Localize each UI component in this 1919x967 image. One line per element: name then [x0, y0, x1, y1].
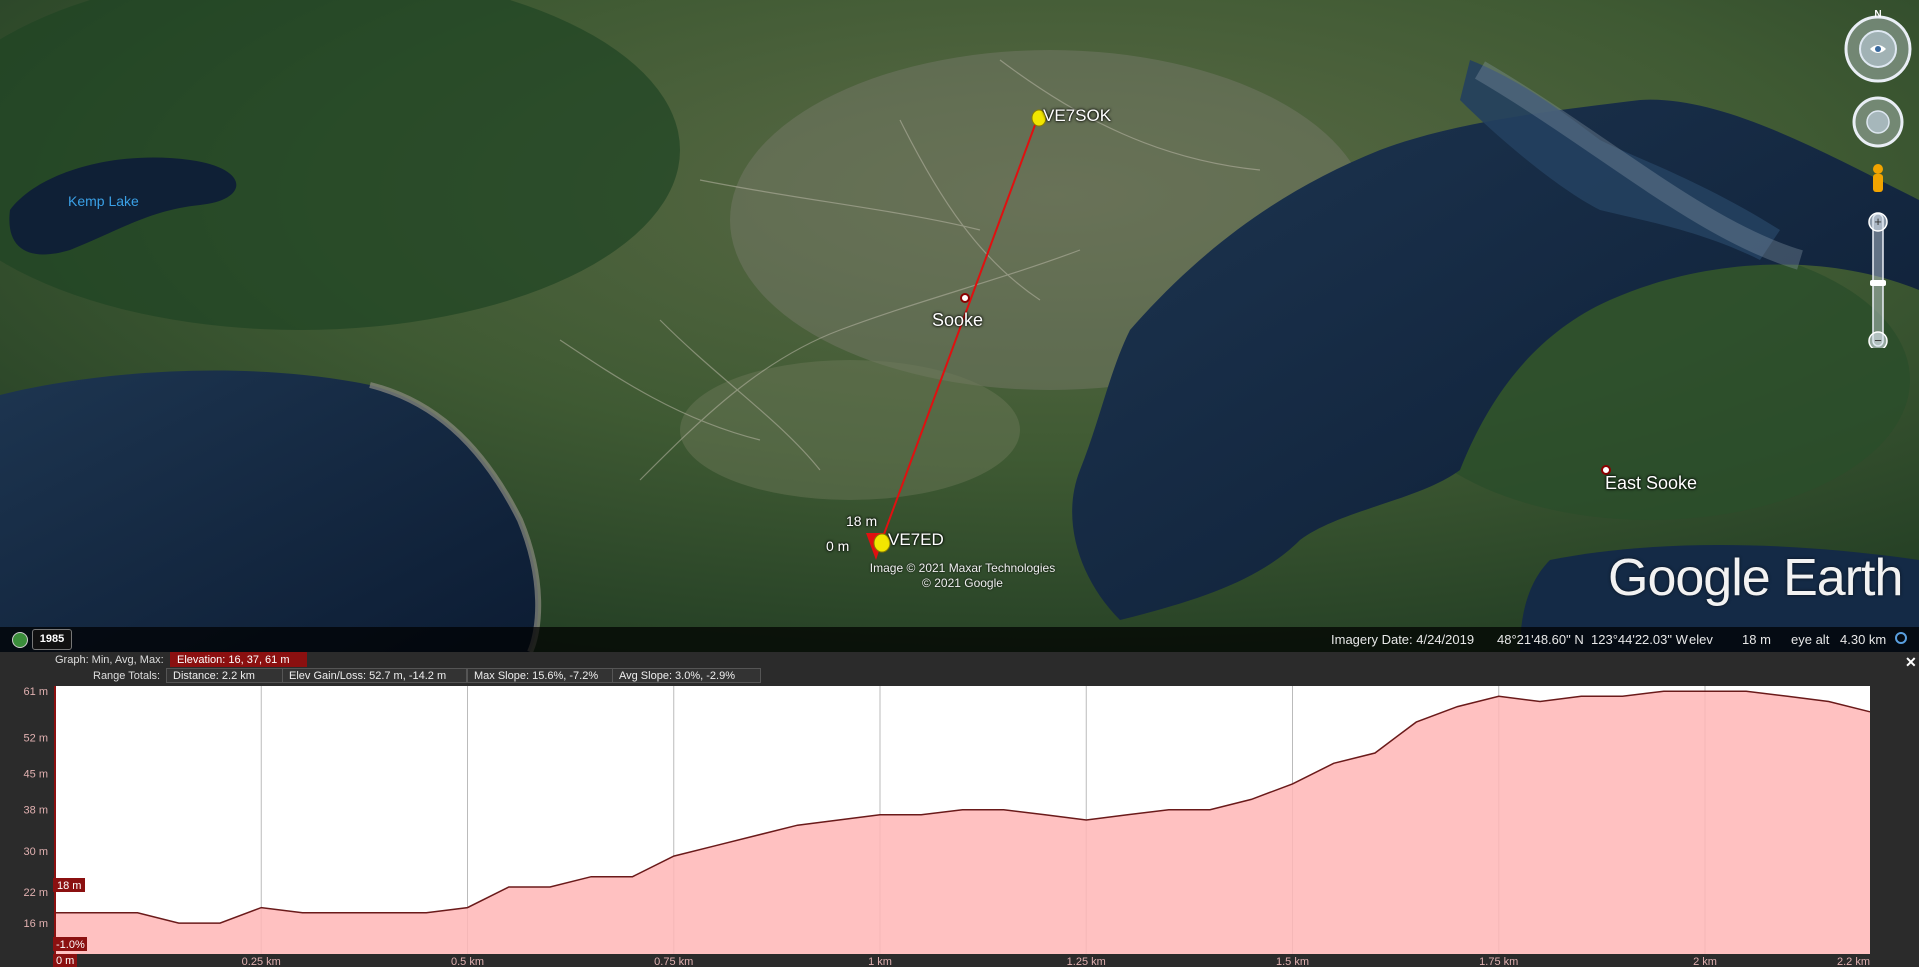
navigation-controls: N + − — [1840, 8, 1916, 351]
north-icon: N — [1874, 9, 1881, 20]
eye-alt-value: 4.30 km — [1840, 632, 1887, 647]
sooke-label: Sooke — [932, 310, 984, 330]
imagery-date: Imagery Date: 4/24/2019 — [1331, 632, 1475, 647]
path-marker-distance: 0 m — [826, 538, 850, 554]
x-tick-label: 2 km — [1693, 956, 1717, 967]
zoom-thumb — [1870, 280, 1886, 286]
x-tick-label: 1 km — [868, 956, 892, 967]
look-joystick[interactable]: N — [1844, 9, 1912, 83]
elev-value: 18 m — [1742, 632, 1771, 647]
imagery-attribution: Image © 2021 Maxar Technologies © 2021 G… — [850, 561, 1075, 591]
longitude: 123°44'22.03" W — [1591, 632, 1688, 647]
ve7sok-label[interactable]: VE7SOK — [1043, 106, 1111, 126]
y-tick-label: 30 m — [24, 846, 48, 858]
x-tick-label: 1.5 km — [1276, 956, 1309, 967]
x-tick-label: 1.25 km — [1067, 956, 1106, 967]
y-tick-label: 61 m — [24, 686, 48, 698]
x-tick-label: 1.75 km — [1479, 956, 1518, 967]
hand-icon — [1866, 110, 1890, 134]
year-badge[interactable]: 1985 — [32, 629, 72, 650]
move-joystick[interactable] — [1852, 96, 1904, 148]
loading-icon — [1895, 632, 1907, 644]
status-bar: Imagery Date: 4/24/2019 48°21'48.60" N 1… — [0, 627, 1919, 652]
google-earth-logo: Google Earth — [1608, 549, 1903, 607]
attribution-line-1: Image © 2021 Maxar Technologies — [869, 561, 1056, 575]
x-tick-label: 0.75 km — [654, 956, 693, 967]
attribution-line-2: © 2021 Google — [922, 576, 1003, 590]
y-tick-label: 22 m — [24, 887, 48, 899]
svg-text:−: − — [1874, 333, 1882, 348]
elevation-chart[interactable]: 16 m 22 m 30 m 38 m 45 m 52 m 61 m 0.25 km 0.5 … — [0, 652, 1919, 967]
eye-alt-label: eye alt — [1791, 632, 1830, 647]
x-tick-label: 0.25 km — [242, 956, 281, 967]
historical-imagery-icon[interactable] — [12, 632, 28, 648]
x-tick-label: 0.5 km — [451, 956, 484, 967]
zoom-slider[interactable]: + − — [1868, 212, 1888, 351]
ve7ed-label[interactable]: VE7ED — [888, 530, 944, 550]
y-tick-label: 16 m — [24, 918, 48, 930]
cursor-dist-label: 0 m — [56, 955, 74, 967]
elev-label: elev — [1689, 632, 1713, 647]
cursor-slope-label: -1.0% — [56, 939, 85, 951]
x-tick-label: 2.2 km — [1837, 956, 1870, 967]
y-tick-label: 52 m — [24, 733, 48, 745]
y-tick-label: 45 m — [24, 769, 48, 781]
path-marker-elevation: 18 m — [846, 513, 878, 529]
cursor-elev-label: 18 m — [57, 880, 81, 892]
earth-view[interactable]: Kemp Lake Sooke East Sooke VE7SOK VE7ED … — [0, 0, 1919, 652]
kemp-lake-label: Kemp Lake — [68, 193, 139, 209]
latitude: 48°21'48.60" N — [1497, 632, 1584, 647]
y-tick-label: 38 m — [24, 805, 48, 817]
pegman-icon[interactable] — [1873, 164, 1883, 192]
svg-text:+: + — [1874, 214, 1882, 229]
east-sooke-label: East Sooke — [1605, 473, 1698, 493]
elevation-profile-panel: Graph: Min, Avg, Max: Elevation: 16, 37,… — [0, 652, 1919, 967]
